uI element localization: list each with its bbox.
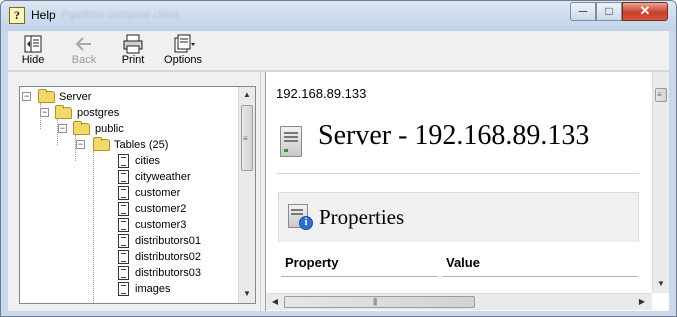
tree-leaf-label: customer2 bbox=[135, 203, 187, 215]
collapse-toggle[interactable]: − bbox=[22, 92, 31, 101]
close-button[interactable]: ✕ bbox=[622, 2, 668, 21]
grip-icon: ||| bbox=[373, 297, 377, 306]
toolbar: Hide Back Print Options bbox=[8, 31, 669, 71]
tree-leaf-label: distributors01 bbox=[135, 235, 202, 247]
page-icon bbox=[118, 202, 129, 216]
options-icon bbox=[172, 34, 195, 54]
contents-tree[interactable]: − Server − postgres − public − Tables (2… bbox=[19, 86, 256, 304]
scrollbar-thumb[interactable]: ≡ bbox=[241, 105, 253, 171]
blurred-window-subtitle: Pgadmin compare client bbox=[61, 9, 180, 21]
folder-icon bbox=[55, 105, 72, 119]
topic-header: 192.168.89.133 bbox=[276, 86, 367, 101]
page-icon bbox=[118, 170, 129, 184]
tree-node-label: Server bbox=[59, 91, 92, 103]
options-button[interactable]: Options bbox=[158, 34, 208, 70]
folder-icon bbox=[93, 137, 110, 151]
content-vertical-scrollbar[interactable]: ≡ ▼ bbox=[652, 72, 669, 293]
info-icon: i bbox=[299, 216, 313, 230]
hide-button[interactable]: Hide bbox=[16, 34, 50, 70]
minimize-button[interactable]: ─ bbox=[570, 2, 596, 21]
tree-connector bbox=[93, 151, 94, 303]
back-label: Back bbox=[71, 54, 97, 66]
grip-icon: ≡ bbox=[657, 90, 662, 99]
page-icon bbox=[118, 282, 129, 296]
topic-content-pane: 192.168.89.133 Server - 192.168.89.133 i… bbox=[265, 72, 669, 311]
folder-icon bbox=[73, 121, 90, 135]
content-horizontal-scrollbar[interactable]: ◀ ||| ▶ bbox=[266, 293, 652, 310]
column-header-value: Value bbox=[446, 255, 480, 270]
printer-icon bbox=[122, 34, 144, 54]
title-bar[interactable]: ? Help Pgadmin compare client ─ □ ✕ bbox=[1, 1, 676, 31]
scroll-left-arrow-icon[interactable]: ◀ bbox=[267, 294, 283, 310]
grip-icon: ≡ bbox=[243, 134, 248, 143]
print-button[interactable]: Print bbox=[116, 34, 150, 70]
back-button: Back bbox=[67, 34, 101, 70]
properties-table: Property Value bbox=[278, 242, 639, 282]
collapse-toggle[interactable]: − bbox=[76, 140, 85, 149]
tree-node-label: Tables (25) bbox=[114, 139, 169, 151]
window-title: Help bbox=[31, 8, 56, 22]
hide-pane-icon bbox=[22, 34, 44, 54]
folder-icon bbox=[38, 89, 55, 103]
column-underline bbox=[281, 276, 438, 277]
tree-vertical-scrollbar[interactable]: ▲ ≡ ▼ bbox=[238, 87, 255, 303]
back-arrow-icon bbox=[73, 34, 95, 54]
properties-heading: Properties bbox=[319, 205, 405, 229]
column-header-property: Property bbox=[285, 255, 339, 270]
page-icon bbox=[118, 234, 129, 248]
properties-section-header: i Properties bbox=[278, 192, 639, 242]
scrollbar-thumb[interactable]: ||| bbox=[284, 296, 475, 308]
tree-node-label: public bbox=[95, 123, 124, 135]
tree-node-label: postgres bbox=[77, 107, 120, 119]
page-icon bbox=[118, 250, 129, 264]
print-label: Print bbox=[121, 54, 145, 66]
collapse-toggle[interactable]: − bbox=[58, 124, 67, 133]
tree-leaf-label: distributors03 bbox=[135, 267, 202, 279]
tree-leaf-label: distributors02 bbox=[135, 251, 202, 263]
tree-leaf-label: images bbox=[135, 283, 171, 295]
page-icon bbox=[118, 266, 129, 280]
scroll-right-arrow-icon[interactable]: ▶ bbox=[634, 294, 650, 310]
navigation-pane: − Server − postgres − public − Tables (2… bbox=[8, 72, 260, 311]
options-label: Options bbox=[164, 54, 202, 66]
maximize-button[interactable]: □ bbox=[596, 2, 622, 21]
tree-leaf-label: customer bbox=[135, 187, 181, 199]
hide-label: Hide bbox=[21, 54, 45, 66]
scroll-up-arrow-icon[interactable]: ▲ bbox=[239, 87, 255, 103]
help-window: ? Help Pgadmin compare client ─ □ ✕ Hide… bbox=[0, 0, 677, 317]
tree-leaf-label: customer3 bbox=[135, 219, 187, 231]
column-underline bbox=[442, 276, 638, 277]
collapse-toggle[interactable]: − bbox=[40, 108, 49, 117]
page-icon bbox=[118, 154, 129, 168]
server-icon bbox=[280, 126, 302, 157]
page-icon bbox=[118, 186, 129, 200]
page-title: Server - 192.168.89.133 bbox=[318, 120, 590, 151]
divider bbox=[277, 173, 639, 174]
scrollbar-thumb[interactable]: ≡ bbox=[655, 88, 667, 102]
scroll-down-arrow-icon[interactable]: ▼ bbox=[653, 276, 669, 292]
scroll-down-arrow-icon[interactable]: ▼ bbox=[239, 286, 255, 302]
tree-leaf-label: cities bbox=[135, 155, 161, 167]
tree-leaf-label: cityweather bbox=[135, 171, 191, 183]
page-icon bbox=[118, 218, 129, 232]
help-book-icon: ? bbox=[9, 7, 25, 24]
